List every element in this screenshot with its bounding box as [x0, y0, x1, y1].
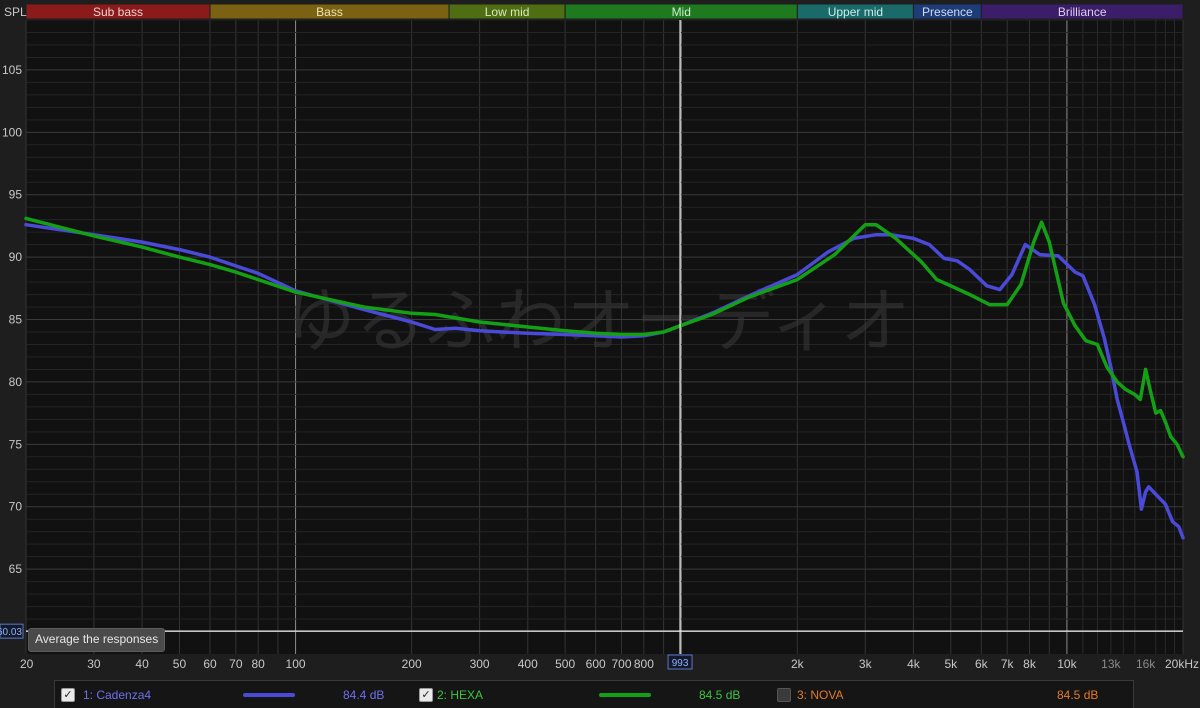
x-tick-label: 800	[634, 657, 654, 671]
y-tick-label: 85	[9, 313, 23, 327]
legend-checkbox-nova[interactable]	[777, 688, 791, 702]
x-tick-label: 8k	[1023, 657, 1037, 671]
y-tick-label: 100	[2, 125, 22, 139]
frequency-response-chart: Sub bass Bass Low mid Mid Upper mid Presence B…	[0, 3, 1199, 671]
y-tick-label: 80	[9, 375, 23, 389]
cursor-y-readout: 60.03	[0, 627, 22, 638]
x-tick-label: 10k	[1057, 657, 1077, 671]
x-tick-label: 2k	[791, 657, 805, 671]
x-tick-label: 700	[611, 657, 631, 671]
y-tick-label: 90	[9, 250, 23, 264]
x-tick-label: 7k	[1001, 657, 1015, 671]
x-tick-label: 13k	[1101, 657, 1121, 671]
x-tick-label: 6k	[975, 657, 989, 671]
y-tick-label: 95	[9, 188, 23, 202]
legend-checkbox-cadenza4[interactable]: ✓	[61, 688, 75, 702]
x-tick-label: 500	[555, 657, 575, 671]
legend-bar: ✓ 1: Cadenza4 84.4 dB ✓ 2: HEXA 84.5 dB …	[54, 680, 1134, 708]
x-tick-label: 16k	[1136, 657, 1156, 671]
x-tick-label: 50	[173, 657, 187, 671]
y-axis-title: SPL	[4, 5, 27, 19]
legend-swatch-hexa	[599, 693, 651, 697]
legend-checkbox-hexa[interactable]: ✓	[419, 688, 433, 702]
y-tick-label: 70	[9, 500, 23, 514]
legend-value-hexa: 84.5 dB	[699, 688, 741, 702]
x-tick-label: 3k	[859, 657, 873, 671]
x-tick-label: 70	[229, 657, 243, 671]
legend-label-nova: 3: NOVA	[797, 688, 844, 702]
x-tick-label: 4k	[907, 657, 921, 671]
x-tick-label: 20kHz	[1165, 657, 1199, 671]
average-responses-button[interactable]: Average the responses	[28, 628, 166, 652]
x-tick-label: 30	[87, 657, 101, 671]
band-label-bass: Bass	[316, 5, 343, 19]
x-axis-labels: 20 30 40 50 60 70 80 100 200 300 400 500 600 700 800 2k…	[20, 657, 1199, 671]
band-label-low-mid: Low mid	[485, 5, 530, 19]
x-tick-label: 60	[203, 657, 217, 671]
y-tick-label: 75	[9, 437, 23, 451]
band-label-sub-bass: Sub bass	[93, 5, 143, 19]
x-tick-label: 5k	[944, 657, 958, 671]
legend-value-cadenza4: 84.4 dB	[343, 688, 385, 702]
cursor-x-readout: 993	[672, 658, 689, 669]
band-label-mid: Mid	[672, 5, 691, 19]
y-tick-label: 105	[2, 63, 22, 77]
x-tick-label: 20	[20, 657, 34, 671]
band-label-presence: Presence	[922, 5, 973, 19]
y-tick-label: 65	[9, 562, 23, 576]
x-tick-label: 300	[470, 657, 490, 671]
legend-swatch-cadenza4	[243, 693, 295, 697]
x-tick-label: 100	[286, 657, 306, 671]
band-label-brilliance: Brilliance	[1058, 5, 1107, 19]
x-tick-label: 400	[518, 657, 538, 671]
x-tick-label: 40	[135, 657, 149, 671]
band-label-upper-mid: Upper mid	[828, 5, 883, 19]
x-tick-label: 600	[586, 657, 606, 671]
legend-label-hexa: 2: HEXA	[437, 688, 484, 702]
legend-value-nova: 84.5 dB	[1057, 688, 1099, 702]
legend-label-cadenza4: 1: Cadenza4	[83, 688, 152, 702]
watermark-text: ゆるふわオーディオ	[285, 280, 910, 362]
frequency-bands: Sub bass Bass Low mid Mid Upper mid Presence B…	[25, 3, 1184, 20]
x-tick-label: 80	[252, 657, 266, 671]
x-tick-label: 200	[402, 657, 422, 671]
y-axis-labels: 65 70 75 80 85 90 95 100 105	[2, 63, 22, 576]
